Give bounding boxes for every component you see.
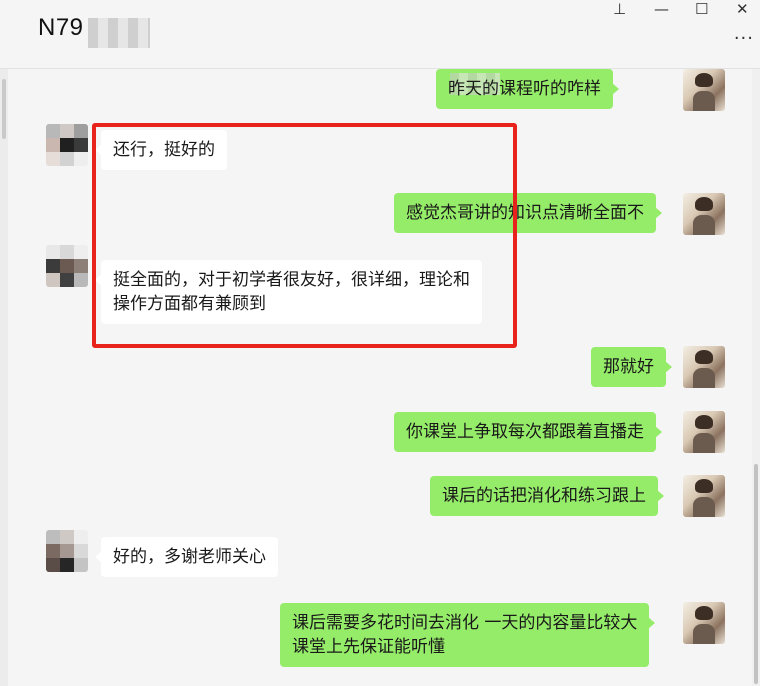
chat-header: N79 ⊥ — ☐ ✕ ···: [0, 0, 760, 69]
pin-icon[interactable]: ⊥: [613, 0, 626, 18]
maximize-icon[interactable]: ☐: [695, 0, 708, 18]
avatar-self[interactable]: [683, 475, 725, 517]
avatar-contact[interactable]: [46, 530, 88, 572]
avatar-self[interactable]: [683, 193, 725, 235]
message-bubble-contact[interactable]: 好的，多谢老师关心: [95, 537, 278, 577]
avatar-self[interactable]: [683, 346, 725, 388]
avatar-self[interactable]: [683, 69, 725, 111]
message-bubble-self[interactable]: 那就好: [591, 347, 672, 387]
message-bubble-self[interactable]: 昨天的课程听的咋样: [436, 69, 619, 109]
avatar-self[interactable]: [683, 602, 725, 644]
scrollbar-thumb[interactable]: [754, 464, 758, 684]
left-panel-edge: [0, 69, 8, 686]
avatar-contact[interactable]: [46, 245, 88, 287]
more-icon[interactable]: ···: [734, 28, 754, 49]
message-bubble-self[interactable]: 你课堂上争取每次都跟着直播走: [394, 412, 662, 452]
scrollbar[interactable]: [752, 69, 760, 686]
annotation-highlight-box: [92, 123, 517, 348]
message-bubble-self[interactable]: 课后需要多花时间去消化 一天的内容量比较大 课堂上先保证能听懂: [280, 603, 656, 667]
contact-name: N79: [38, 14, 84, 41]
close-icon[interactable]: ✕: [736, 0, 749, 18]
avatar-self[interactable]: [683, 411, 725, 453]
avatar-contact[interactable]: [46, 124, 88, 166]
name-mosaic: [88, 18, 150, 48]
message-bubble-self[interactable]: 课后的话把消化和练习跟上: [430, 476, 664, 516]
minimize-icon[interactable]: —: [654, 0, 669, 18]
